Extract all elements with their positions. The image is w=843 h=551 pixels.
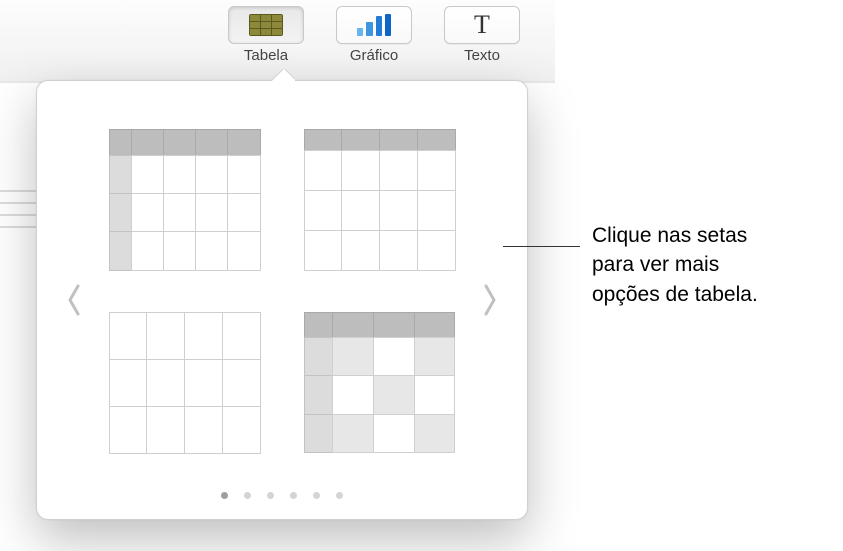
popover-arrow <box>271 69 295 81</box>
page-dot-5[interactable] <box>313 492 320 499</box>
chart-button-label: Gráfico <box>350 47 398 64</box>
callout-text: Clique nas setas para ver mais opções de… <box>592 221 832 309</box>
popover-body <box>37 81 527 519</box>
page-dot-4[interactable] <box>290 492 297 499</box>
text-icon: T <box>474 12 490 38</box>
prev-arrow[interactable] <box>61 275 87 325</box>
chevron-right-icon <box>481 282 499 318</box>
table-style-4[interactable] <box>304 312 455 453</box>
callout-leader-line <box>503 246 580 247</box>
page-dot-3[interactable] <box>267 492 274 499</box>
table-button-label: Tabela <box>244 47 288 64</box>
page-indicator <box>37 492 527 499</box>
chart-icon <box>357 14 391 36</box>
callout-line-2: para ver mais <box>592 253 719 276</box>
table-style-1[interactable] <box>109 129 260 270</box>
next-arrow[interactable] <box>477 275 503 325</box>
table-style-2[interactable] <box>304 129 455 270</box>
table-style-3[interactable] <box>109 312 260 453</box>
table-styles-popover <box>36 80 528 520</box>
table-icon <box>249 14 283 36</box>
chart-button[interactable] <box>336 6 412 44</box>
toolbar-item-chart[interactable]: Gráfico <box>336 6 412 64</box>
callout-line-1: Clique nas setas <box>592 224 747 247</box>
chevron-left-icon <box>65 282 83 318</box>
page-dot-1[interactable] <box>221 492 228 499</box>
text-button[interactable]: T <box>444 6 520 44</box>
toolbar-item-table[interactable]: Tabela <box>228 6 304 64</box>
text-button-label: Texto <box>464 47 500 64</box>
table-button[interactable] <box>228 6 304 44</box>
callout-line-3: opções de tabela. <box>592 283 758 306</box>
toolbar-buttons: Tabela Gráfico T Texto <box>228 6 520 64</box>
page-dot-2[interactable] <box>244 492 251 499</box>
page-dot-6[interactable] <box>336 492 343 499</box>
toolbar-item-text[interactable]: T Texto <box>444 6 520 64</box>
table-style-grid <box>87 81 477 519</box>
